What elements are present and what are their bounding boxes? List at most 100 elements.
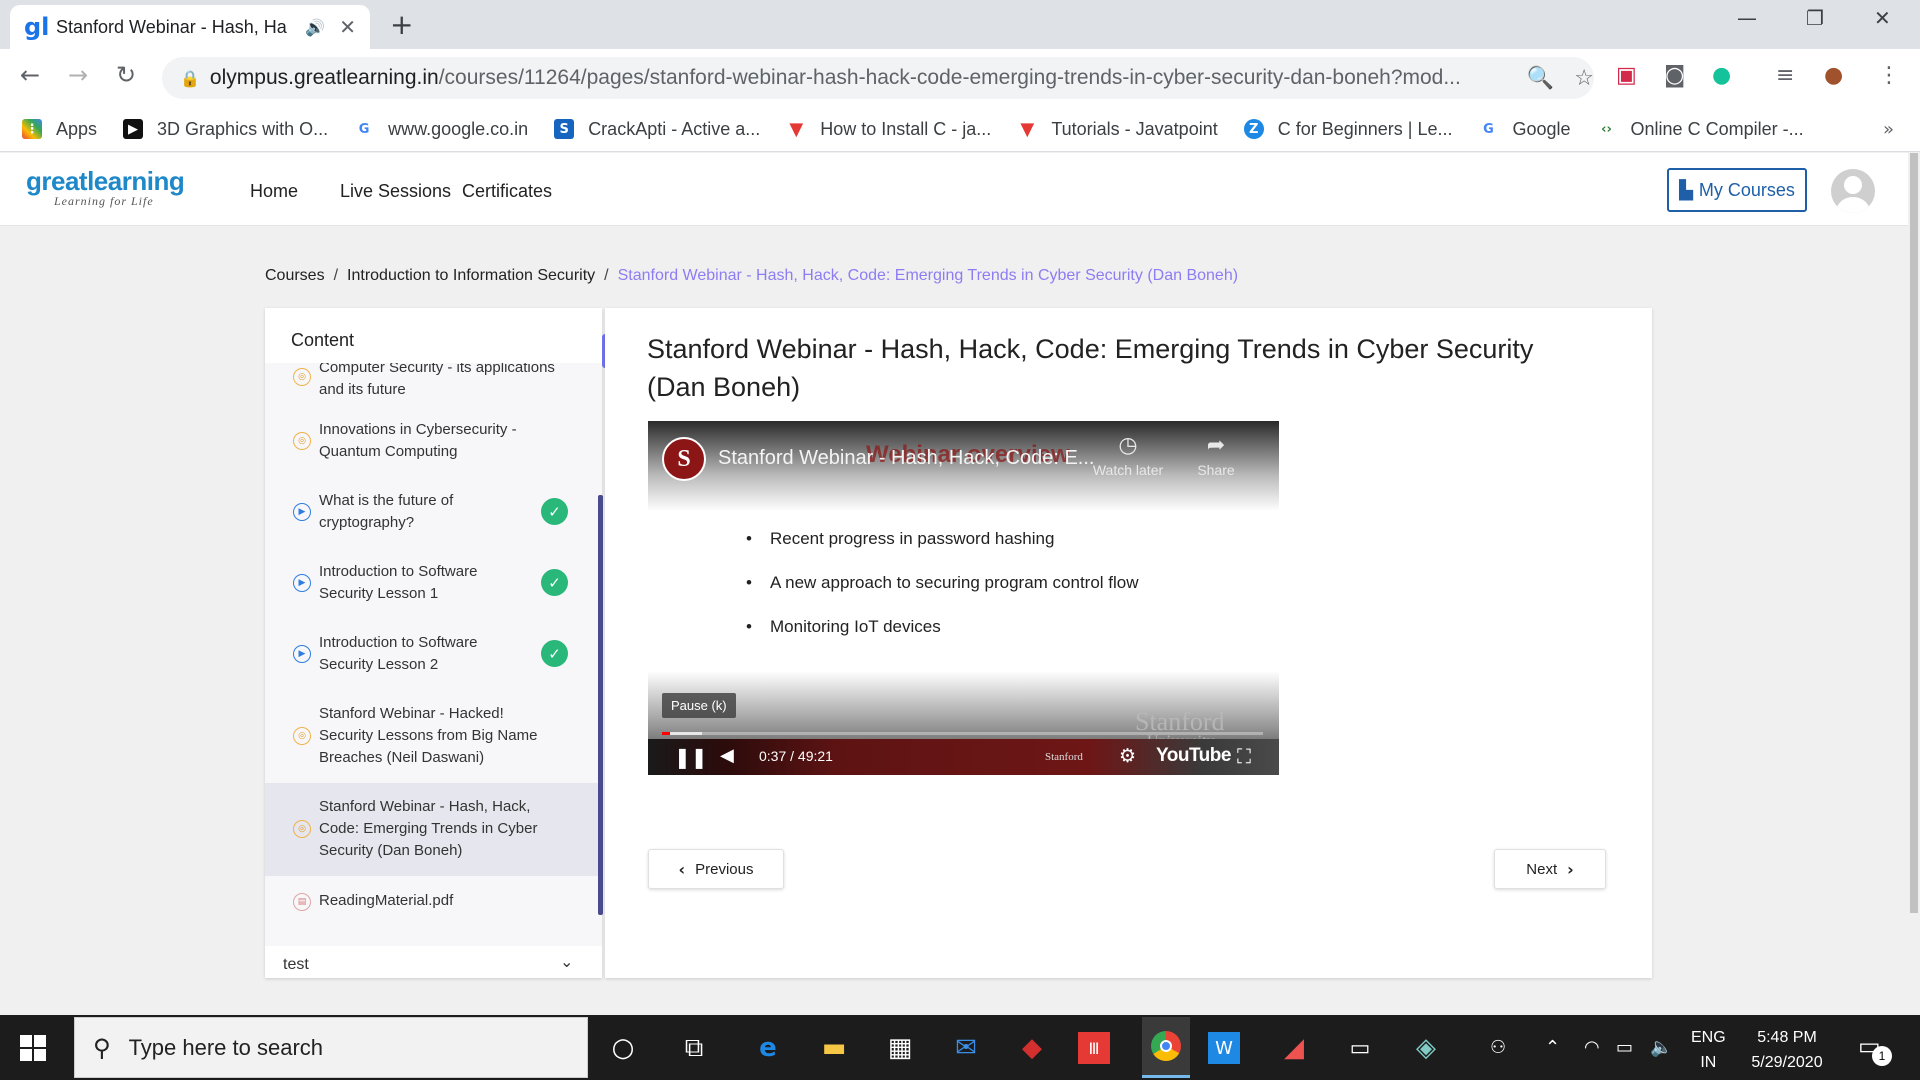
stanford-channel-logo[interactable]: S [662, 437, 706, 481]
youtube-logo[interactable]: YouTube [1156, 745, 1231, 767]
next-button[interactable]: Next › [1494, 849, 1606, 889]
browser-tab-strip: gl Stanford Webinar - Hash, Ha 🔊 ✕ + — ❐… [0, 0, 1920, 49]
pause-tooltip: Pause (k) [662, 693, 736, 718]
list-item[interactable]: ▶ Introduction to Software Security Less… [265, 619, 600, 690]
bookmark-item[interactable]: ‹› Online C Compiler -... [1596, 119, 1804, 140]
breadcrumb-course[interactable]: Introduction to Information Security [347, 267, 595, 284]
breadcrumb-courses[interactable]: Courses [265, 267, 325, 284]
lock-icon[interactable]: 🔒 [180, 69, 210, 88]
bookmark-apps[interactable]: ⋮ Apps [22, 119, 97, 140]
command-prompt-icon[interactable]: ▭ [1340, 1028, 1380, 1068]
zoom-icon[interactable]: 🔍 [1527, 66, 1554, 91]
video-title[interactable]: Stanford Webinar - Hash, Hack, Code: E..… [718, 447, 1094, 470]
bookmark-item[interactable]: ▼ How to Install C - ja... [786, 119, 991, 140]
tab-title: Stanford Webinar - Hash, Ha [56, 16, 287, 37]
video-progress-bar[interactable] [662, 732, 1263, 735]
list-item-active[interactable]: ◎ Stanford Webinar - Hash, Hack, Code: E… [265, 783, 600, 876]
word-app-icon[interactable]: W [1208, 1032, 1240, 1064]
page-scrollbar-thumb[interactable] [1910, 153, 1918, 913]
nav-certificates[interactable]: Certificates [462, 181, 552, 202]
previous-button[interactable]: ‹ Previous [648, 849, 784, 889]
task-view-icon[interactable]: ⧉ [674, 1028, 714, 1068]
list-item[interactable]: ▶ What is the future of cryptography? ✓ [265, 477, 600, 548]
profile-avatar-icon[interactable]: ● [1824, 63, 1843, 88]
show-hidden-icons[interactable]: ⌃ [1545, 1037, 1560, 1058]
list-item[interactable]: ◎ Innovations in Cybersecurity - Quantum… [265, 407, 600, 477]
volume-icon[interactable]: ◀ [720, 745, 734, 766]
bookmark-item[interactable]: ZC for Beginners | Le... [1243, 119, 1452, 140]
office-app-icon[interactable]: Ⅲ [1078, 1032, 1110, 1064]
windows-start-button[interactable] [20, 1035, 46, 1061]
list-item[interactable]: ◎ Stanford Webinar - Hacked! Security Le… [265, 690, 600, 783]
share-button[interactable]: ➦ Share [1176, 433, 1256, 478]
pdf-icon: ▤ [293, 893, 311, 911]
nav-live-sessions[interactable]: Live Sessions [340, 181, 451, 202]
my-courses-button[interactable]: ▙ My Courses [1667, 168, 1807, 212]
mail-icon[interactable]: ✉ [946, 1028, 986, 1068]
restore-button[interactable]: ❐ [1806, 6, 1824, 30]
search-icon: ⚲ [93, 1033, 111, 1062]
watch-later-button[interactable]: ◷ Watch later [1088, 433, 1168, 478]
screenshot-extension-icon[interactable]: ◙ [1664, 63, 1685, 88]
cortana-icon[interactable]: ○ [603, 1028, 643, 1068]
fullscreen-icon[interactable]: ⛶ [1237, 744, 1251, 768]
list-item[interactable]: ◎ Computer Security - its applications a… [265, 363, 600, 407]
back-button[interactable]: ← [20, 61, 40, 89]
minimize-button[interactable]: — [1737, 6, 1757, 30]
bookmark-item[interactable]: G Google [1478, 119, 1571, 140]
audio-playing-icon[interactable]: 🔊 [305, 18, 325, 37]
pause-icon[interactable]: ❚❚ [674, 745, 708, 769]
sidebar-list[interactable]: ◎ Computer Security - its applications a… [265, 363, 602, 963]
eraser-app-icon[interactable]: ◢ [1274, 1028, 1314, 1068]
sidebar-section-header[interactable]: test ⌄ [265, 946, 602, 978]
input-language[interactable]: ENG IN [1691, 1025, 1726, 1075]
more-bookmarks-icon[interactable]: » [1883, 119, 1894, 140]
sidebar-scrollbar[interactable] [598, 495, 603, 915]
page-scrollbar[interactable] [1908, 153, 1920, 1015]
volume-tray-icon[interactable]: 🔈 [1650, 1037, 1672, 1058]
address-bar[interactable]: 🔒 olympus.greatlearning.in/courses/11264… [162, 57, 1594, 99]
video-player[interactable]: Webinar overview S Stanford Webinar - Ha… [648, 421, 1279, 775]
pocket-extension-icon[interactable]: ▣ [1616, 63, 1637, 88]
edge-browser-icon[interactable]: e [748, 1028, 788, 1068]
greatlearning-logo[interactable]: greatlearning Learning for Life [26, 168, 185, 209]
reload-button[interactable]: ↻ [116, 61, 136, 89]
breadcrumb: Courses / Introduction to Information Secu… [265, 267, 1238, 285]
user-avatar[interactable] [1831, 169, 1875, 213]
bookmark-item[interactable]: Gwww.google.co.in [354, 119, 528, 140]
completed-check-icon: ✓ [541, 569, 568, 596]
list-item[interactable]: ▶ Introduction to Software Security Less… [265, 548, 600, 619]
forward-button[interactable]: → [68, 61, 88, 89]
people-icon[interactable]: ⚇ [1490, 1037, 1506, 1058]
mcafee-icon[interactable]: ◆ [1012, 1028, 1052, 1068]
url-text[interactable]: olympus.greatlearning.in/courses/11264/p… [210, 66, 1507, 90]
close-window-button[interactable]: ✕ [1874, 6, 1891, 30]
system-clock[interactable]: 5:48 PM 5/29/2020 [1742, 1025, 1832, 1075]
wifi-icon[interactable]: ◠ [1584, 1037, 1600, 1058]
bookmark-item[interactable]: ▼ Tutorials - Javatpoint [1017, 119, 1218, 140]
new-tab-button[interactable]: + [390, 8, 413, 41]
settings-gear-icon[interactable]: ⚙ [1119, 745, 1136, 767]
file-explorer-icon[interactable]: ▬ [814, 1028, 854, 1068]
nav-home[interactable]: Home [250, 181, 298, 202]
notes-app-icon[interactable]: ◈ [1406, 1028, 1446, 1068]
action-center-icon[interactable]: ▭ 1 [1858, 1032, 1892, 1066]
stanford-footer-brand: Stanford [1045, 751, 1083, 763]
slide-bullet: A new approach to securing program contr… [746, 573, 1139, 593]
list-item[interactable]: ▤ ReadingMaterial.pdf [265, 876, 600, 928]
browser-tab[interactable]: gl Stanford Webinar - Hash, Ha 🔊 ✕ [10, 5, 370, 49]
bookmark-item[interactable]: ▶ 3D Graphics with O... [123, 119, 328, 140]
battery-icon[interactable]: ▭ [1616, 1037, 1633, 1058]
breadcrumb-separator: / [604, 267, 609, 284]
chevron-down-icon[interactable]: ⌄ [560, 952, 573, 971]
chevron-right-icon: › [1567, 859, 1574, 879]
chrome-icon[interactable] [1142, 1017, 1190, 1078]
bookmark-star-icon[interactable]: ☆ [1574, 66, 1594, 91]
bookmark-item[interactable]: S CrackApti - Active a... [554, 119, 760, 140]
microsoft-store-icon[interactable]: ▦ [880, 1028, 920, 1068]
taskbar-search-box[interactable]: ⚲ Type here to search [74, 1017, 588, 1078]
close-tab-icon[interactable]: ✕ [339, 15, 356, 39]
media-control-icon[interactable]: ≡ [1776, 63, 1794, 88]
chrome-menu-icon[interactable]: ⋮ [1878, 63, 1900, 88]
grammarly-extension-icon[interactable]: ● [1712, 63, 1731, 88]
